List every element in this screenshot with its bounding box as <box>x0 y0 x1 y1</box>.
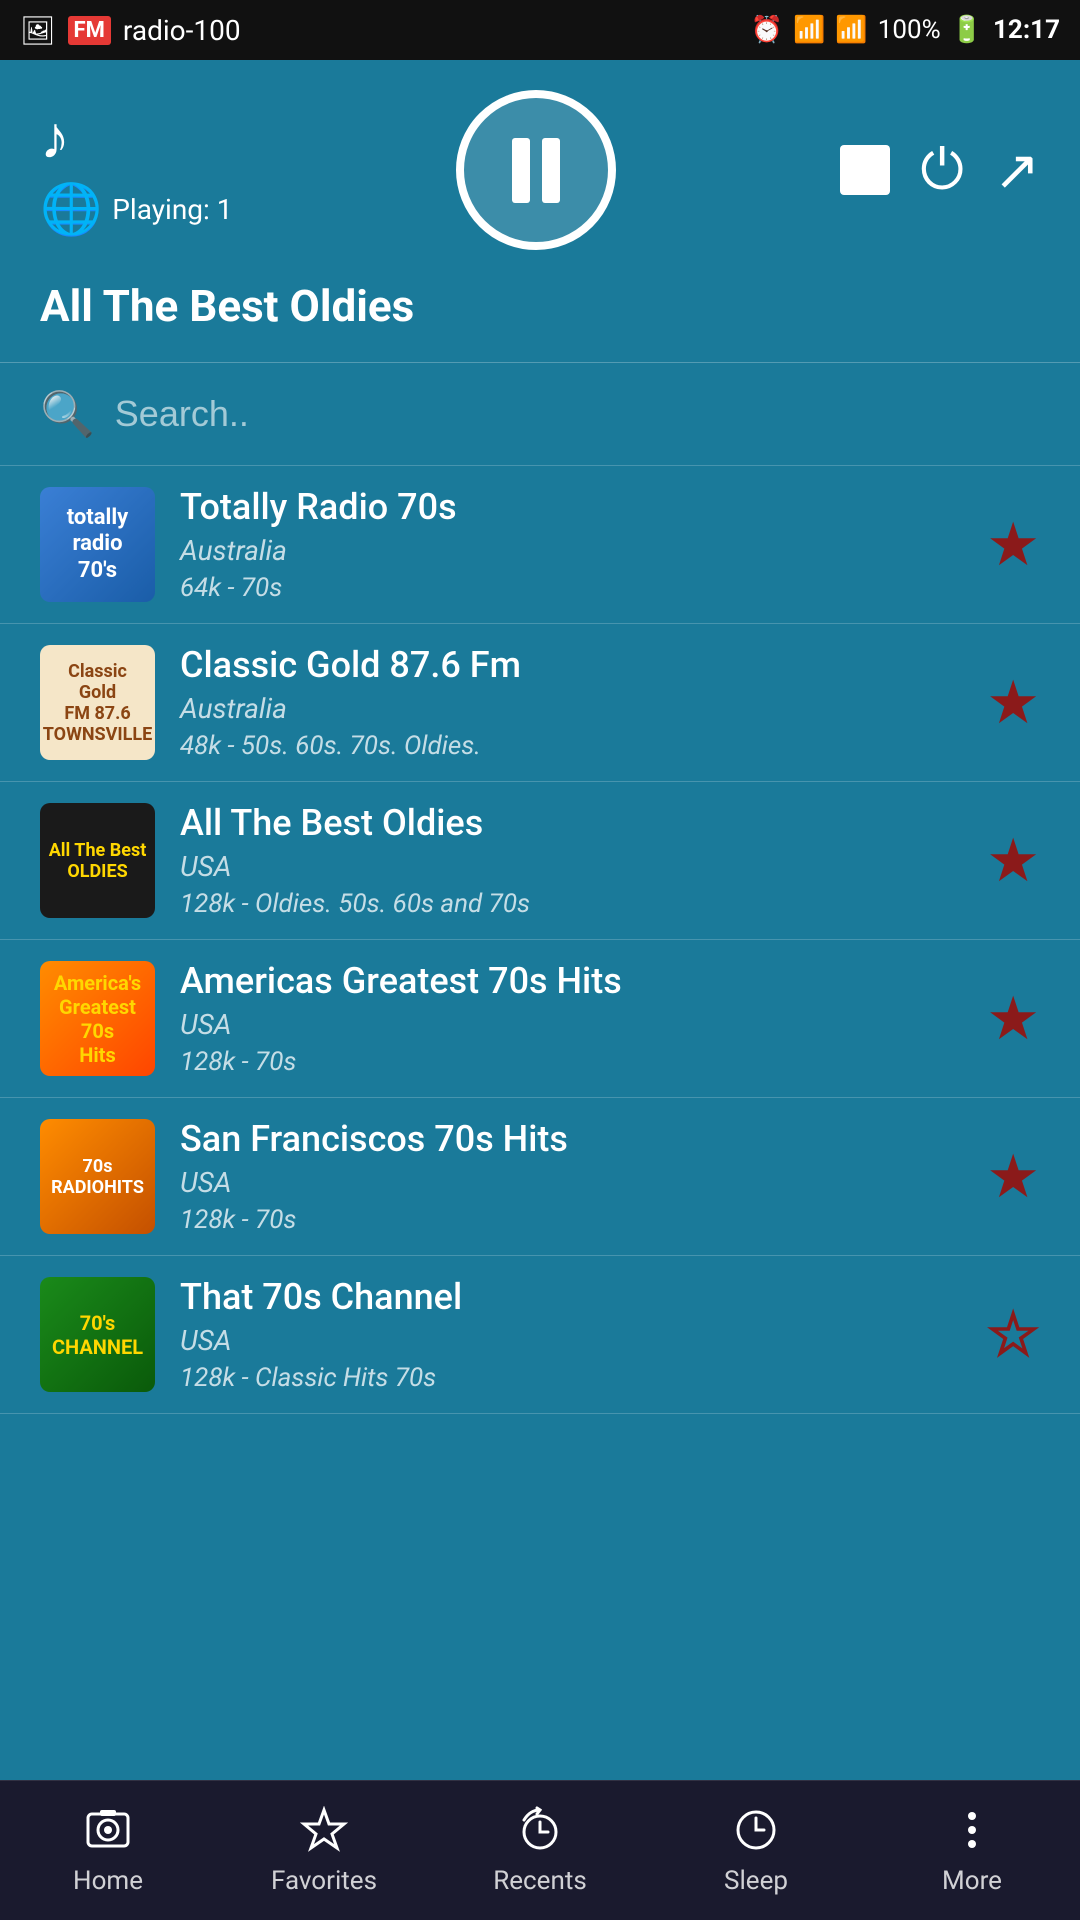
station-logo: ClassicGoldFM 87.6TOWNSVILLE <box>40 645 155 760</box>
status-bar-right: ⏰ 📶 📶 100% 🔋 12:17 <box>751 15 1060 45</box>
now-playing-section: All The Best Oldies <box>0 270 1080 363</box>
nav-label-recents: Recents <box>493 1866 587 1896</box>
clock: 12:17 <box>993 15 1060 45</box>
station-favorite-star[interactable]: ★ <box>986 667 1040 738</box>
battery-icon: 🔋 <box>951 15 983 45</box>
station-info: San Franciscos 70s Hits USA 128k - 70s <box>180 1118 961 1235</box>
pause-icon <box>512 138 560 203</box>
station-favorite-star[interactable]: ☆ <box>986 1299 1040 1370</box>
radio-icon: FM <box>68 16 111 45</box>
nav-item-recents[interactable]: Recents <box>432 1806 648 1896</box>
status-bar: 🖼 FM radio-100 ⏰ 📶 📶 100% 🔋 12:17 <box>0 0 1080 60</box>
station-favorite-star[interactable]: ★ <box>986 509 1040 580</box>
station-country: Australia <box>180 534 961 567</box>
globe-icon: 🌐 <box>40 181 102 239</box>
station-logo: 70sRADIOHITS <box>40 1119 155 1234</box>
battery-percent: 100% <box>878 15 941 45</box>
station-name: San Franciscos 70s Hits <box>180 1118 961 1160</box>
player-controls-right: ⏻ ↗ <box>840 138 1040 203</box>
stop-button[interactable] <box>840 145 890 195</box>
favorites-icon <box>300 1806 348 1858</box>
notification-count: radio-100 <box>123 14 241 47</box>
bottom-nav: Home Favorites Recents Sleep More <box>0 1780 1080 1920</box>
station-details: 128k - 70s <box>180 1047 961 1077</box>
signal-icon: 📶 <box>835 15 867 45</box>
station-country: USA <box>180 1166 961 1199</box>
nav-label-more: More <box>942 1866 1002 1896</box>
station-name: Americas Greatest 70s Hits <box>180 960 961 1002</box>
station-name: Totally Radio 70s <box>180 486 961 528</box>
station-favorite-star[interactable]: ★ <box>986 825 1040 896</box>
station-info: Totally Radio 70s Australia 64k - 70s <box>180 486 961 603</box>
playing-label: Playing: 1 <box>112 193 232 226</box>
recents-icon <box>516 1806 564 1858</box>
station-info: That 70s Channel USA 128k - Classic Hits… <box>180 1276 961 1393</box>
nav-label-home: Home <box>73 1866 143 1896</box>
station-info: All The Best Oldies USA 128k - Oldies. 5… <box>180 802 961 919</box>
station-details: 128k - 70s <box>180 1205 961 1235</box>
station-country: Australia <box>180 692 961 725</box>
search-input[interactable] <box>115 393 1040 435</box>
station-favorite-star[interactable]: ★ <box>986 983 1040 1054</box>
station-favorite-star[interactable]: ★ <box>986 1141 1040 1212</box>
more-icon <box>948 1806 996 1858</box>
station-details: 128k - Classic Hits 70s <box>180 1363 961 1393</box>
nav-item-more[interactable]: More <box>864 1806 1080 1896</box>
nav-item-home[interactable]: Home <box>0 1806 216 1896</box>
station-info: Classic Gold 87.6 Fm Australia 48k - 50s… <box>180 644 961 761</box>
player-header: ♪ 🌐 Playing: 1 ⏻ ↗ <box>0 60 1080 270</box>
station-item[interactable]: All The BestOLDIES All The Best Oldies U… <box>0 782 1080 940</box>
status-bar-left: 🖼 FM radio-100 <box>20 14 241 47</box>
station-item[interactable]: totallyradio70's Totally Radio 70s Austr… <box>0 466 1080 624</box>
station-details: 128k - Oldies. 50s. 60s and 70s <box>180 889 961 919</box>
station-details: 64k - 70s <box>180 573 961 603</box>
station-item[interactable]: America'sGreatest70sHits Americas Greate… <box>0 940 1080 1098</box>
now-playing-title: All The Best Oldies <box>40 280 1040 332</box>
station-country: USA <box>180 1324 961 1357</box>
station-name: Classic Gold 87.6 Fm <box>180 644 961 686</box>
station-name: That 70s Channel <box>180 1276 961 1318</box>
search-icon: 🔍 <box>40 388 95 440</box>
station-info: Americas Greatest 70s Hits USA 128k - 70… <box>180 960 961 1077</box>
station-item[interactable]: 70sRADIOHITS San Franciscos 70s Hits USA… <box>0 1098 1080 1256</box>
station-details: 48k - 50s. 60s. 70s. Oldies. <box>180 731 961 761</box>
station-country: USA <box>180 850 961 883</box>
music-note-icon: ♪ <box>40 102 70 173</box>
station-logo: America'sGreatest70sHits <box>40 961 155 1076</box>
main-content: ♪ 🌐 Playing: 1 ⏻ ↗ All The Best Oldies 🔍 <box>0 60 1080 1780</box>
alarm-icon: ⏰ <box>751 15 783 45</box>
station-logo: totallyradio70's <box>40 487 155 602</box>
photo-icon: 🖼 <box>20 14 56 47</box>
station-list: totallyradio70's Totally Radio 70s Austr… <box>0 466 1080 1780</box>
station-item[interactable]: ClassicGoldFM 87.6TOWNSVILLE Classic Gol… <box>0 624 1080 782</box>
station-logo: All The BestOLDIES <box>40 803 155 918</box>
nav-item-sleep[interactable]: Sleep <box>648 1806 864 1896</box>
home-icon <box>84 1806 132 1858</box>
station-name: All The Best Oldies <box>180 802 961 844</box>
station-item[interactable]: 70'sCHANNEL That 70s Channel USA 128k - … <box>0 1256 1080 1414</box>
share-button[interactable]: ↗ <box>994 138 1040 203</box>
pause-button[interactable] <box>456 90 616 250</box>
search-bar: 🔍 <box>0 363 1080 466</box>
wifi-icon: 📶 <box>793 15 825 45</box>
nav-label-favorites: Favorites <box>271 1866 377 1896</box>
sleep-icon <box>732 1806 780 1858</box>
station-logo: 70'sCHANNEL <box>40 1277 155 1392</box>
nav-item-favorites[interactable]: Favorites <box>216 1806 432 1896</box>
power-button[interactable]: ⏻ <box>920 138 964 202</box>
nav-label-sleep: Sleep <box>724 1866 788 1896</box>
station-country: USA <box>180 1008 961 1041</box>
